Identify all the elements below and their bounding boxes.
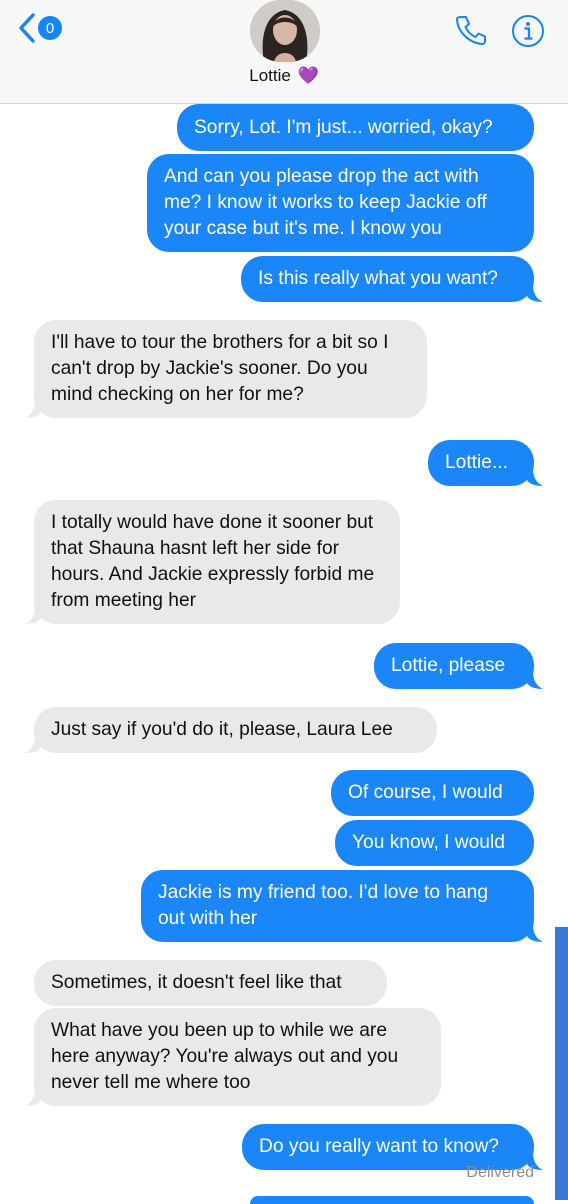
message-bubble-received[interactable]: Sometimes, it doesn't feel like that xyxy=(34,960,387,1006)
unread-count-badge: 0 xyxy=(38,16,62,40)
message-bubble-sent[interactable]: Lottie... xyxy=(428,440,534,486)
chevron-left-icon xyxy=(19,13,35,43)
delivered-status: Delivered xyxy=(466,1164,534,1181)
message-bubble-received[interactable]: Just say if you'd do it, please, Laura L… xyxy=(34,707,437,753)
message-bubble-received[interactable]: I totally would have done it sooner but … xyxy=(34,500,400,624)
message-bubble-sent[interactable]: And can you please drop the act with me?… xyxy=(147,154,534,252)
avatar-image xyxy=(250,0,320,62)
contact-name[interactable]: Lottie 💜 xyxy=(0,66,568,86)
message-bubble-received[interactable]: What have you been up to while we are he… xyxy=(34,1008,441,1106)
message-bubble-sent[interactable]: Jackie is my friend too. I'd love to han… xyxy=(141,870,534,942)
contact-name-text: Lottie xyxy=(249,66,291,85)
bubble-tail xyxy=(527,284,543,302)
bubble-tail xyxy=(527,468,543,486)
info-icon[interactable] xyxy=(511,14,545,48)
next-message-bubble-partial xyxy=(250,1196,534,1204)
conversation-header: 0 Lottie 💜 xyxy=(0,0,568,104)
message-bubble-sent[interactable]: Sorry, Lot. I'm just... worried, okay? xyxy=(177,104,534,151)
back-button[interactable]: 0 xyxy=(18,10,78,46)
purple-heart-emoji: 💜 xyxy=(297,66,319,85)
bubble-tail xyxy=(25,1088,41,1106)
phone-icon[interactable] xyxy=(452,12,488,48)
bubble-tail xyxy=(25,606,41,624)
message-bubble-sent[interactable]: Is this really what you want? xyxy=(241,256,534,302)
bubble-tail xyxy=(25,735,41,753)
message-bubble-sent[interactable]: Of course, I would xyxy=(331,770,534,816)
message-bubble-received[interactable]: I'll have to tour the brothers for a bit… xyxy=(34,320,427,418)
bubble-tail xyxy=(25,400,41,418)
message-bubble-sent[interactable]: You know, I would xyxy=(335,820,534,866)
bubble-tail xyxy=(527,671,543,689)
scrollbar[interactable] xyxy=(555,927,568,1200)
message-bubble-sent[interactable]: Lottie, please xyxy=(374,643,534,689)
avatar[interactable] xyxy=(250,0,320,62)
bubble-tail xyxy=(527,924,543,942)
